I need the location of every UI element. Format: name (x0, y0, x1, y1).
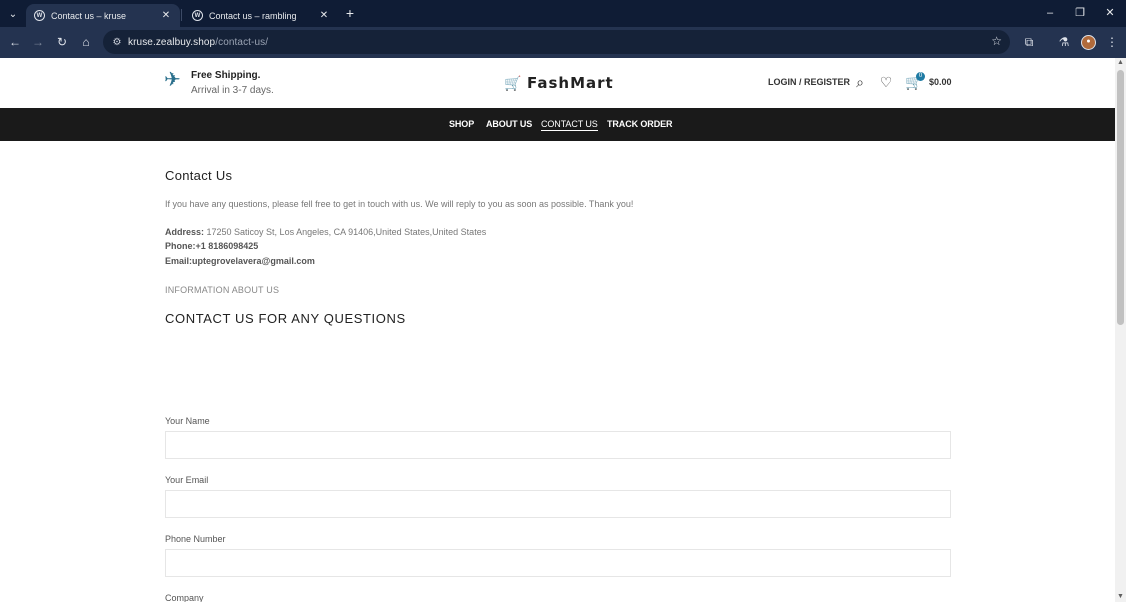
scroll-down-arrow-icon[interactable]: ▼ (1117, 593, 1124, 600)
minimize-icon[interactable]: – (1042, 5, 1058, 21)
your-email-input[interactable] (165, 490, 951, 518)
site-info-icon[interactable]: ⚙ (110, 37, 124, 48)
wordpress-icon: W (34, 10, 45, 21)
tab-title: Contact us – rambling (209, 10, 297, 21)
wishlist-heart-icon[interactable]: ♡ (878, 74, 894, 90)
airplane-icon: ✈ (164, 69, 181, 91)
tab-contact-rambling[interactable]: W Contact us – rambling ✕ (184, 4, 338, 27)
url-text[interactable]: kruse.zealbuy.shop/contact-us/ (128, 37, 268, 48)
company-label: Company (165, 593, 204, 602)
intro-text: If you have any questions, please fell f… (165, 199, 634, 209)
site-logo[interactable]: 🛒 FashMart (504, 74, 614, 92)
logo-text: FashMart (527, 74, 614, 92)
tab-title: Contact us – kruse (51, 10, 127, 21)
nav-item-shop[interactable]: SHOP (449, 119, 474, 129)
tab-contact-kruse[interactable]: W Contact us – kruse ✕ (26, 4, 180, 27)
main-navigation: SHOP ABOUT US CONTACT US TRACK ORDER (0, 108, 1115, 141)
nav-item-track-order[interactable]: TRACK ORDER (607, 119, 673, 129)
browser-toolbar: ← → ↻ ⌂ ⚙ kruse.zealbuy.shop/contact-us/… (0, 27, 1126, 58)
home-icon[interactable]: ⌂ (78, 34, 94, 50)
extensions-puzzle-icon[interactable]: ⧉ (1021, 34, 1037, 50)
close-tab-icon[interactable]: ✕ (318, 10, 330, 21)
your-name-input[interactable] (165, 431, 951, 459)
cart-count-badge: 0 (916, 72, 925, 81)
your-email-label: Your Email (165, 475, 209, 485)
scroll-up-arrow-icon[interactable]: ▲ (1117, 59, 1124, 66)
browser-tab-strip: ⌄ W Contact us – kruse ✕ W Contact us – … (0, 0, 1126, 27)
nav-item-contact-us[interactable]: CONTACT US (541, 119, 598, 131)
new-tab-plus-icon[interactable]: + (343, 6, 357, 20)
address-line: Address: 17250 Saticoy St, Los Angeles, … (165, 227, 487, 237)
shipping-title: Free Shipping. (191, 70, 261, 81)
site-header: ✈ Free Shipping. Arrival in 3-7 days. 🛒 … (0, 58, 1115, 108)
page-title: Contact Us (165, 168, 233, 183)
tab-separator (181, 9, 182, 21)
page-scrollbar[interactable]: ▲ ▼ (1115, 58, 1126, 602)
form-title: CONTACT US FOR ANY QUESTIONS (165, 311, 406, 326)
nav-item-about-us[interactable]: ABOUT US (486, 119, 532, 129)
browser-menu-icon[interactable]: ⋮ (1104, 34, 1120, 50)
shipping-subtitle: Arrival in 3-7 days. (191, 85, 274, 96)
labs-flask-icon[interactable]: ⚗ (1056, 34, 1072, 50)
phone-number-input[interactable] (165, 549, 951, 577)
phone-number-label: Phone Number (165, 534, 226, 544)
close-tab-icon[interactable]: ✕ (160, 10, 172, 21)
search-icon[interactable]: ⌕ (852, 74, 868, 90)
login-register-link[interactable]: LOGIN / REGISTER (768, 77, 850, 87)
reload-icon[interactable]: ↻ (54, 34, 70, 50)
phone-line: Phone:+1 8186098425 (165, 241, 259, 251)
profile-avatar[interactable]: ● (1081, 35, 1096, 50)
info-heading: INFORMATION ABOUT US (165, 285, 280, 295)
logo-cart-icon: 🛒 (504, 75, 522, 91)
bookmark-star-icon[interactable]: ☆ (991, 34, 1002, 48)
restore-icon[interactable]: ❐ (1072, 5, 1088, 21)
back-arrow-icon[interactable]: ← (7, 34, 23, 50)
forward-arrow-icon[interactable]: → (30, 34, 46, 50)
window-close-icon[interactable]: ✕ (1102, 5, 1118, 21)
email-line: Email:uptegrovelavera@gmail.com (165, 256, 315, 266)
your-name-label: Your Name (165, 416, 210, 426)
wordpress-icon: W (192, 10, 203, 21)
tab-search-chevron-icon[interactable]: ⌄ (4, 5, 22, 23)
address-bar[interactable]: ⚙ kruse.zealbuy.shop/contact-us/ ☆ (103, 30, 1010, 54)
scrollbar-thumb[interactable] (1117, 70, 1124, 325)
web-page: ✈ Free Shipping. Arrival in 3-7 days. 🛒 … (0, 58, 1115, 602)
cart-total[interactable]: $0.00 (929, 77, 952, 87)
